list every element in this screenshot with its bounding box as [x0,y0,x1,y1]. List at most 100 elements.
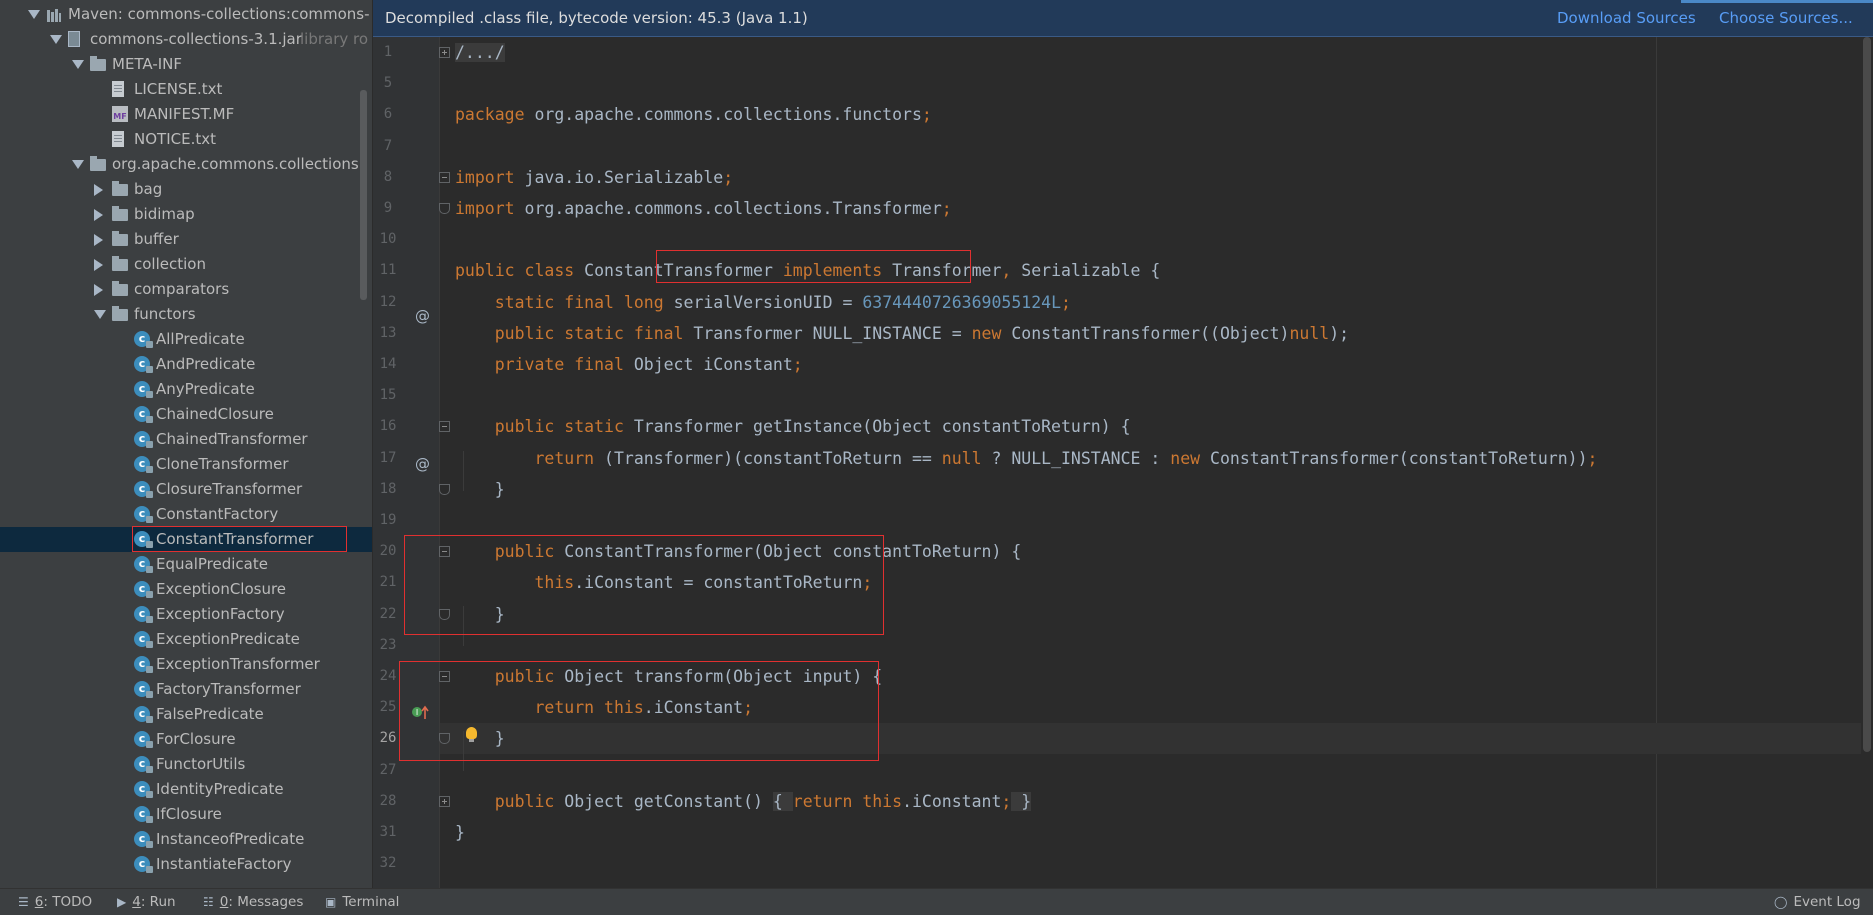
collapsed-arrow-icon[interactable] [94,184,103,196]
code-editor[interactable]: 1 5 6 7 8 9 10 11 12 13 14 15 16 17 18 19 20 21 22 23 24 25 26… [373,37,1873,888]
tree-item[interactable]: c AllPredicate [0,327,372,352]
code-keyword: return this [792,791,903,811]
code-line[interactable]: } [455,817,465,848]
collapsed-arrow-icon[interactable] [94,259,103,271]
tree-item[interactable]: c InstanceofPredicate [0,827,372,852]
expand-arrow-icon[interactable] [72,60,84,69]
package-icon [112,231,128,246]
code-line[interactable]: this.iConstant = constantToReturn; [455,567,872,598]
code-keyword: ; [1001,791,1012,811]
fold-toggle-icon[interactable] [439,483,450,495]
download-sources-link[interactable]: Download Sources [1557,0,1696,36]
run-tool-button[interactable]: ▶ 4: Run [117,889,176,915]
tree-item[interactable]: MF MANIFEST.MF [0,102,372,127]
todo-tool-button[interactable]: ☰ 6: TODO [18,889,92,915]
tree-item[interactable]: c ConstantFactory [0,502,372,527]
code-line[interactable]: /.../ [455,37,505,68]
project-tree[interactable]: Maven: commons-collections:commons-commo… [0,0,372,888]
tree-item[interactable]: META-INF [0,52,372,77]
tree-item[interactable]: c FalsePredicate [0,702,372,727]
tree-item[interactable]: c FactoryTransformer [0,677,372,702]
code-line[interactable]: public static Transformer getInstance(Ob… [455,411,1131,442]
collapsed-arrow-icon[interactable] [94,234,103,246]
code-token: (Transformer)(constantToReturn == [594,448,942,468]
editor-scroll-thumb[interactable] [1863,37,1871,752]
folded-code[interactable]: } [1011,791,1032,811]
tree-item[interactable]: c InstantiateFactory [0,852,372,877]
tree-item[interactable]: c ExceptionPredicate [0,627,372,652]
tree-item[interactable]: Maven: commons-collections:commons- [0,2,372,27]
tree-item-label: functors [134,305,196,323]
code-line[interactable]: package org.apache.commons.collections.f… [455,99,932,130]
fold-toggle-icon[interactable] [439,608,450,620]
tree-item-label: ClosureTransformer [156,480,303,498]
tree-item[interactable]: buffer [0,227,372,252]
code-line[interactable]: return (Transformer)(constantToReturn ==… [455,443,1597,474]
tree-item[interactable]: functors [0,302,372,327]
tree-item[interactable]: c CloneTransformer [0,452,372,477]
fold-toggle-icon[interactable] [439,171,450,183]
code-line[interactable]: import java.io.Serializable; [455,162,733,193]
fold-toggle-icon[interactable] [439,47,450,58]
code-line[interactable]: public Object getConstant() { return thi… [455,786,1032,817]
tree-item[interactable]: c ExceptionFactory [0,602,372,627]
tree-item[interactable]: comparators [0,277,372,302]
event-log-button[interactable]: ◯ Event Log [1774,889,1861,915]
tree-item[interactable]: org.apache.commons.collections [0,152,372,177]
code-keyword: null [1289,323,1330,343]
tree-item[interactable]: c EqualPredicate [0,552,372,577]
editor-vertical-scrollbar[interactable] [1861,37,1873,888]
folded-code[interactable]: { [772,791,793,811]
collapsed-arrow-icon[interactable] [94,284,103,296]
expand-arrow-icon[interactable] [28,10,40,19]
override-marker-icon[interactable]: @ [415,307,430,325]
choose-sources-link[interactable]: Choose Sources... [1719,0,1853,36]
code-line[interactable]: return this.iConstant; [455,692,753,723]
fold-toggle-icon[interactable] [439,795,450,807]
fold-toggle-icon[interactable] [439,671,450,682]
tree-vertical-scrollbar[interactable] [360,90,367,300]
tree-item[interactable]: NOTICE.txt [0,127,372,152]
collapsed-arrow-icon[interactable] [94,209,103,221]
fold-toggle-icon[interactable] [439,421,450,433]
override-marker-icon[interactable]: @ [415,455,430,473]
tree-item[interactable]: c ExceptionClosure [0,577,372,602]
tree-item[interactable]: c ChainedTransformer [0,427,372,452]
terminal-tool-button[interactable]: ▣ Terminal [325,889,399,915]
code-line[interactable]: import org.apache.commons.collections.Tr… [455,193,952,224]
expand-arrow-icon[interactable] [72,160,84,169]
messages-tool-button[interactable]: ☷ 0: Messages [203,889,303,915]
tree-item-label: Maven: commons-collections:commons- [68,5,370,23]
code-line[interactable]: public class ConstantTransformer impleme… [455,255,1160,286]
fold-toggle-icon[interactable] [439,203,450,214]
tree-item[interactable]: c AndPredicate [0,352,372,377]
expand-arrow-icon[interactable] [50,35,62,44]
folded-code[interactable]: /.../ [455,43,505,62]
tree-item[interactable]: c ForClosure [0,727,372,752]
code-line[interactable]: public ConstantTransformer(Object consta… [455,536,1022,567]
tree-item[interactable]: LICENSE.txt [0,77,372,102]
tree-item[interactable]: collection [0,252,372,277]
tree-item[interactable]: c FunctorUtils [0,752,372,777]
tree-item[interactable]: c IfClosure [0,802,372,827]
implements-method-icon[interactable]: I [411,704,431,722]
tree-item[interactable]: c ChainedClosure [0,402,372,427]
tree-item[interactable]: commons-collections-3.1.jar library ro [0,27,372,52]
tree-item-selected[interactable]: c ConstantTransformer [0,527,372,552]
code-line[interactable]: public Object transform(Object input) { [455,661,882,692]
tree-item[interactable]: bidimap [0,202,372,227]
tree-item[interactable]: bag [0,177,372,202]
lightbulb-intention-icon[interactable] [466,727,477,742]
fold-toggle-icon[interactable] [439,546,450,558]
code-keyword: return [534,448,595,468]
tree-item[interactable]: c ExceptionTransformer [0,652,372,677]
tree-item[interactable]: c AnyPredicate [0,377,372,402]
expand-arrow-icon[interactable] [94,310,106,319]
tree-horizontal-scrollbar[interactable] [0,876,372,888]
tree-item[interactable]: c IdentityPredicate [0,777,372,802]
code-line[interactable]: private final Object iConstant; [455,349,803,380]
code-line[interactable]: static final long serialVersionUID = 637… [455,287,1071,318]
tree-item-label: ConstantFactory [156,505,279,523]
tree-item[interactable]: c ClosureTransformer [0,477,372,502]
code-line[interactable]: public static final Transformer NULL_INS… [455,318,1349,349]
